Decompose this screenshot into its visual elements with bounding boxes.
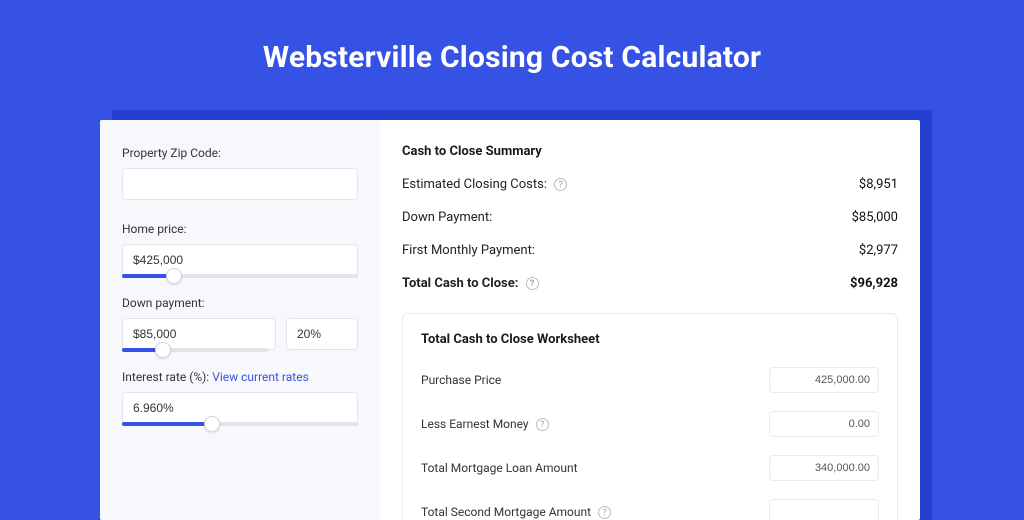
- page-title: Websterville Closing Cost Calculator: [0, 40, 1024, 75]
- inputs-sidebar: Property Zip Code: Home price: Down paym…: [100, 120, 380, 520]
- home-price-field: Home price:: [122, 222, 358, 278]
- interest-input[interactable]: [122, 392, 358, 424]
- worksheet-row: Total Mortgage Loan Amount: [421, 455, 879, 481]
- home-price-label: Home price:: [122, 222, 358, 236]
- slider-thumb-icon[interactable]: [204, 416, 220, 432]
- worksheet-row-input[interactable]: [769, 367, 879, 393]
- worksheet-title: Total Cash to Close Worksheet: [421, 332, 879, 347]
- summary-row-label: First Monthly Payment:: [402, 243, 535, 258]
- worksheet-card: Total Cash to Close Worksheet Purchase P…: [402, 313, 898, 520]
- worksheet-row: Less Earnest Money ?: [421, 411, 879, 437]
- calculator-card: Property Zip Code: Home price: Down paym…: [100, 120, 920, 520]
- summary-row-value: $2,977: [859, 243, 898, 258]
- worksheet-row-input[interactable]: [769, 455, 879, 481]
- worksheet-row: Purchase Price: [421, 367, 879, 393]
- zip-input[interactable]: [122, 168, 358, 200]
- summary-title: Cash to Close Summary: [402, 144, 898, 159]
- interest-field: Interest rate (%): View current rates: [122, 370, 358, 426]
- worksheet-row-label: Less Earnest Money: [421, 417, 529, 431]
- down-payment-field: Down payment:: [122, 296, 358, 352]
- down-payment-input[interactable]: [122, 318, 276, 350]
- worksheet-row-input[interactable]: [769, 411, 879, 437]
- worksheet-row: Total Second Mortgage Amount ?: [421, 499, 879, 520]
- summary-row-label: Down Payment:: [402, 210, 492, 225]
- results-panel: Cash to Close Summary Estimated Closing …: [380, 120, 920, 520]
- home-price-slider[interactable]: [122, 274, 358, 278]
- slider-thumb-icon[interactable]: [155, 342, 171, 358]
- summary-row: First Monthly Payment: $2,977: [402, 243, 898, 258]
- down-payment-percent-input[interactable]: [286, 318, 358, 350]
- help-icon[interactable]: ?: [536, 418, 549, 431]
- worksheet-row-label: Total Mortgage Loan Amount: [421, 461, 578, 475]
- summary-total-value: $96,928: [850, 276, 898, 291]
- zip-field: Property Zip Code:: [122, 146, 358, 200]
- down-payment-label: Down payment:: [122, 296, 358, 310]
- zip-label: Property Zip Code:: [122, 146, 358, 160]
- view-rates-link[interactable]: View current rates: [212, 370, 309, 384]
- worksheet-row-label: Purchase Price: [421, 373, 501, 387]
- home-price-input[interactable]: [122, 244, 358, 276]
- help-icon[interactable]: ?: [526, 277, 539, 290]
- summary-row-value: $85,000: [852, 210, 898, 225]
- summary-row: Estimated Closing Costs: ? $8,951: [402, 177, 898, 192]
- slider-thumb-icon[interactable]: [166, 268, 182, 284]
- help-icon[interactable]: ?: [554, 178, 567, 191]
- summary-row: Down Payment: $85,000: [402, 210, 898, 225]
- help-icon[interactable]: ?: [598, 506, 611, 519]
- down-payment-slider[interactable]: [122, 348, 268, 352]
- interest-slider[interactable]: [122, 422, 358, 426]
- summary-total-row: Total Cash to Close: ? $96,928: [402, 276, 898, 291]
- worksheet-row-input[interactable]: [769, 499, 879, 520]
- summary-total-label: Total Cash to Close:: [402, 276, 518, 291]
- interest-label: Interest rate (%): View current rates: [122, 370, 358, 384]
- summary-row-label: Estimated Closing Costs:: [402, 177, 547, 192]
- interest-label-text: Interest rate (%):: [122, 370, 209, 384]
- summary-row-value: $8,951: [859, 177, 898, 192]
